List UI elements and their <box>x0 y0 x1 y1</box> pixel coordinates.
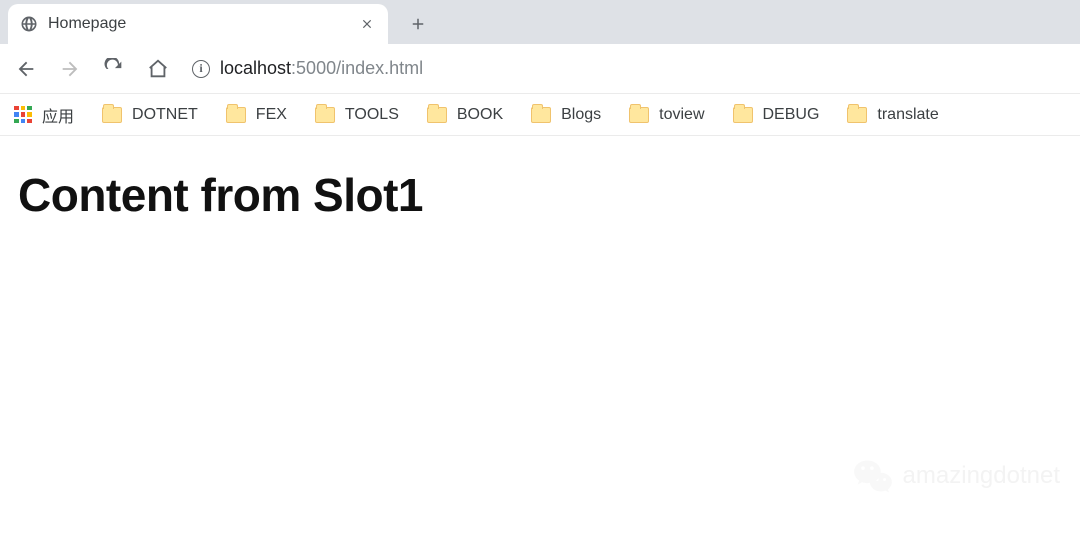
bookmark-folder-debug[interactable]: DEBUG <box>733 106 820 124</box>
wechat-icon <box>853 459 893 493</box>
folder-icon <box>733 107 753 123</box>
page-content: Content from Slot1 <box>0 136 1080 254</box>
folder-icon <box>531 107 551 123</box>
bookmarks-bar: 应用 DOTNET FEX TOOLS BOOK Blogs toview DE… <box>0 94 1080 136</box>
watermark: amazingdotnet <box>853 459 1060 493</box>
globe-favicon-icon <box>20 15 38 33</box>
address-bar[interactable]: i localhost:5000/index.html <box>182 51 1074 87</box>
bookmark-label: translate <box>877 106 938 124</box>
bookmark-folder-book[interactable]: BOOK <box>427 106 503 124</box>
apps-shortcut[interactable]: 应用 <box>14 103 74 127</box>
browser-tab[interactable]: Homepage <box>8 4 388 44</box>
url-host: localhost <box>220 58 291 78</box>
back-button[interactable] <box>6 49 46 89</box>
url-text: localhost:5000/index.html <box>220 58 423 79</box>
bookmark-folder-blogs[interactable]: Blogs <box>531 106 601 124</box>
folder-icon <box>629 107 649 123</box>
tab-close-button[interactable] <box>358 15 376 33</box>
bookmark-label: DOTNET <box>132 106 198 124</box>
site-info-icon[interactable]: i <box>192 60 210 78</box>
tab-bar: Homepage <box>0 0 1080 44</box>
tab-title: Homepage <box>48 15 348 33</box>
forward-button[interactable] <box>50 49 90 89</box>
bookmark-label: BOOK <box>457 106 503 124</box>
reload-button[interactable] <box>94 49 134 89</box>
folder-icon <box>427 107 447 123</box>
bookmark-folder-tools[interactable]: TOOLS <box>315 106 399 124</box>
watermark-text: amazingdotnet <box>903 462 1060 490</box>
folder-icon <box>102 107 122 123</box>
new-tab-button[interactable] <box>402 8 434 40</box>
apps-label: 应用 <box>42 103 74 127</box>
folder-icon <box>226 107 246 123</box>
bookmark-folder-toview[interactable]: toview <box>629 106 704 124</box>
bookmark-folder-translate[interactable]: translate <box>847 106 938 124</box>
page-heading: Content from Slot1 <box>18 168 1062 222</box>
bookmark-folder-dotnet[interactable]: DOTNET <box>102 106 198 124</box>
folder-icon <box>847 107 867 123</box>
bookmark-label: DEBUG <box>763 106 820 124</box>
folder-icon <box>315 107 335 123</box>
url-path: :5000/index.html <box>291 58 423 78</box>
bookmark-label: Blogs <box>561 106 601 124</box>
apps-grid-icon <box>14 106 32 124</box>
bookmark-label: FEX <box>256 106 287 124</box>
bookmark-label: TOOLS <box>345 106 399 124</box>
toolbar: i localhost:5000/index.html <box>0 44 1080 94</box>
home-button[interactable] <box>138 49 178 89</box>
bookmark-label: toview <box>659 106 704 124</box>
bookmark-folder-fex[interactable]: FEX <box>226 106 287 124</box>
